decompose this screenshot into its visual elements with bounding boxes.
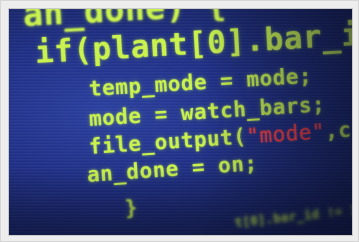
code-line: t[0].bar_id != 1 <box>234 203 353 230</box>
code-line: } <box>124 195 138 220</box>
code-string-literal: "mode" <box>245 119 326 149</box>
code-screen-photo: an_done) { if(plant[0].bar_id == 1) temp… <box>8 8 353 236</box>
code-text-tail: ,c <box>324 117 353 144</box>
code-text: t[0].bar_id != 1 <box>234 203 353 230</box>
code-text: } <box>124 195 139 220</box>
photo-frame: an_done) { if(plant[0].bar_id == 1) temp… <box>0 0 359 242</box>
